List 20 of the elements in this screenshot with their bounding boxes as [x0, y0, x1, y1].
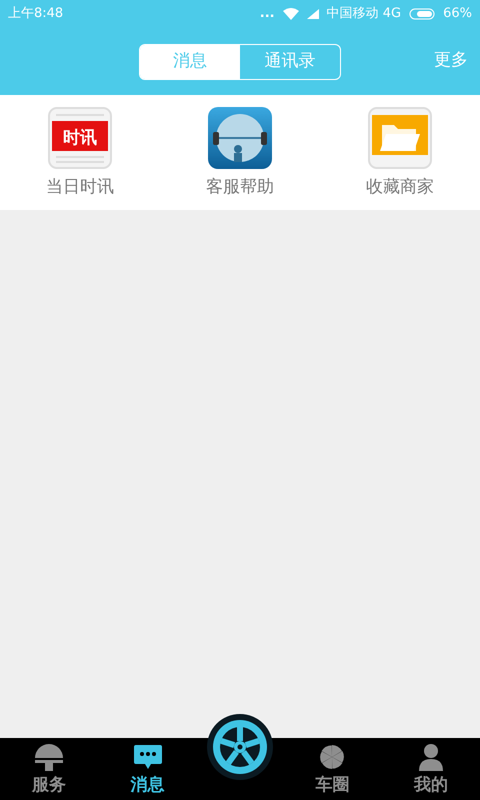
folder-icon [368, 107, 432, 169]
carrier-text: 中国移动 4G [326, 5, 402, 24]
wheel-icon [211, 718, 269, 776]
status-time: 上午8:48 [8, 5, 64, 24]
shortcut-item[interactable]: 收藏商家 [320, 95, 480, 210]
nav-tab[interactable]: 服务 [0, 738, 98, 800]
dome-icon [34, 742, 64, 770]
signal-icon [306, 9, 319, 19]
shortcut-item[interactable]: 时讯 当日时讯 [0, 95, 160, 210]
icon-label: 时讯 [63, 128, 97, 148]
shortcut-item[interactable]: 客服帮助 [160, 95, 320, 210]
more-dots: ... [260, 5, 275, 24]
headset-globe-icon [208, 107, 272, 169]
wifi-icon [282, 8, 299, 20]
nav-tab[interactable]: 车圈 [283, 738, 382, 800]
nav-tab[interactable]: 消息 [98, 738, 197, 800]
nav-tab[interactable]: 我的 [382, 738, 480, 800]
battery-percent: 66% [443, 5, 472, 24]
chat-icon [132, 742, 163, 770]
battery-icon [409, 8, 436, 20]
